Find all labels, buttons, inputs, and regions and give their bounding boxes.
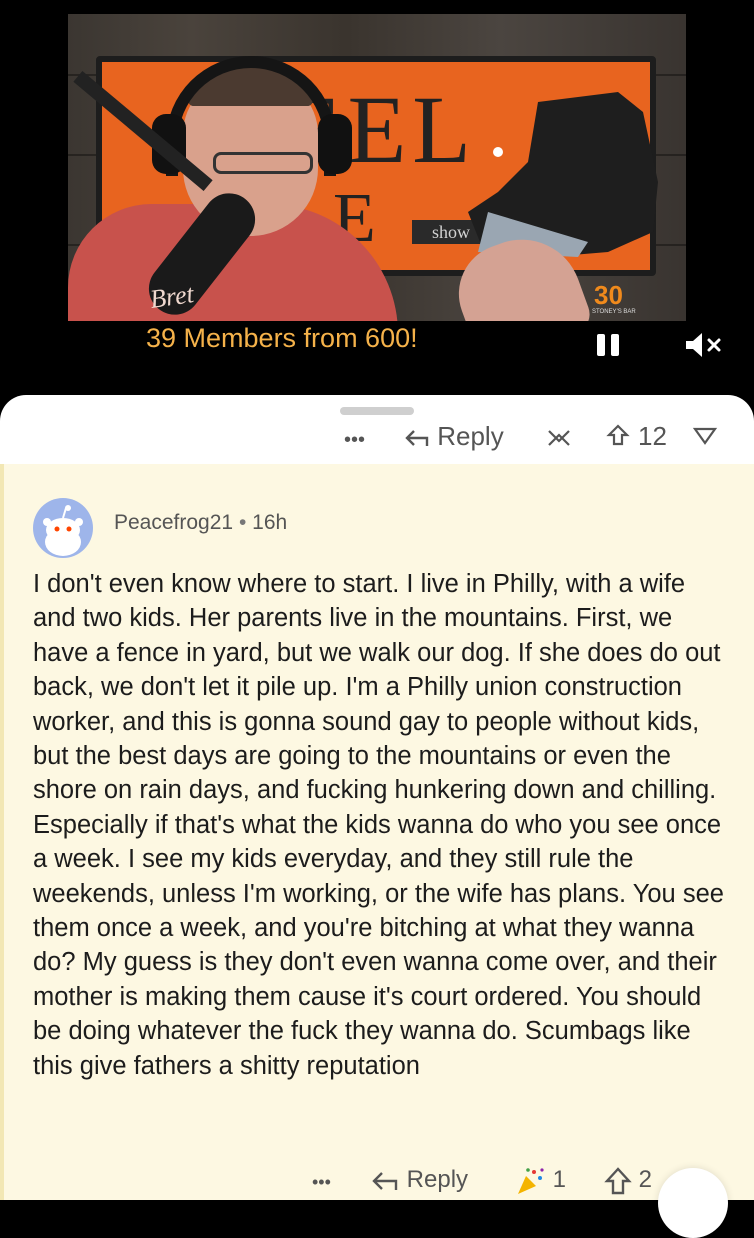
comments-sheet: ••• Reply 12 Peacefrog21 • 16h I don't e… — [0, 395, 754, 1200]
downvote-icon[interactable] — [692, 423, 718, 447]
video-caption: 39 Members from 600! — [146, 323, 418, 353]
award-count: 1 — [552, 1166, 567, 1193]
upvote-icon — [604, 1166, 632, 1194]
reply-button[interactable]: Reply — [404, 423, 504, 449]
award-icon — [518, 1167, 544, 1194]
comment-meta: Peacefrog21 • 16h — [114, 511, 287, 535]
comment-body: I don't even know where to start. I live… — [33, 570, 724, 1080]
reply-arrow-icon — [405, 430, 429, 447]
more-options-button[interactable]: ••• — [344, 427, 365, 453]
reply-button[interactable]: Reply — [370, 1164, 468, 1196]
shirt-text: Bret — [148, 279, 196, 314]
sheet-drag-handle[interactable] — [340, 407, 414, 415]
comment-actions: ••• Reply 1 2 — [0, 1164, 754, 1200]
username[interactable]: Peacefrog21 — [114, 511, 233, 534]
headphone-cup — [318, 114, 352, 174]
award-button[interactable]: 1 — [514, 1164, 566, 1196]
video-frame[interactable]: EEL E show Bret 30 STONEY'S BAR — [68, 14, 686, 321]
vote-count: 12 — [638, 421, 667, 451]
reply-label: Reply — [437, 421, 504, 451]
more-options-button[interactable]: ••• — [312, 1166, 331, 1198]
avatar[interactable] — [33, 498, 93, 558]
reply-label: Reply — [406, 1166, 469, 1193]
meta-separator: • — [238, 511, 247, 534]
reply-arrow-icon — [372, 1171, 398, 1190]
previous-comment-actions: ••• Reply 12 — [0, 417, 754, 459]
pause-icon-bar — [611, 334, 619, 356]
upvote-icon[interactable] — [606, 423, 630, 447]
mute-icon[interactable] — [684, 331, 722, 359]
boot-logo-icon — [468, 92, 658, 262]
pause-button[interactable] — [597, 334, 621, 356]
award-icon[interactable] — [546, 427, 572, 449]
comment-age: 16h — [252, 511, 288, 534]
pause-icon — [597, 334, 605, 356]
floating-overlay-button[interactable] — [658, 1168, 728, 1238]
snoo-avatar-icon — [43, 505, 83, 556]
video-player[interactable]: EEL E show Bret 30 STONEY'S BAR 39 Membe… — [0, 0, 754, 395]
vote-count: 2 — [638, 1166, 653, 1193]
upvote-button[interactable]: 2 — [604, 1164, 652, 1196]
glasses — [213, 152, 313, 174]
comment: Peacefrog21 • 16h I don't even know wher… — [0, 464, 754, 1200]
highlight-edge — [0, 464, 4, 1200]
channel-logo-number: 30 — [594, 280, 623, 310]
channel-logo-sub: STONEY'S BAR — [592, 309, 636, 315]
